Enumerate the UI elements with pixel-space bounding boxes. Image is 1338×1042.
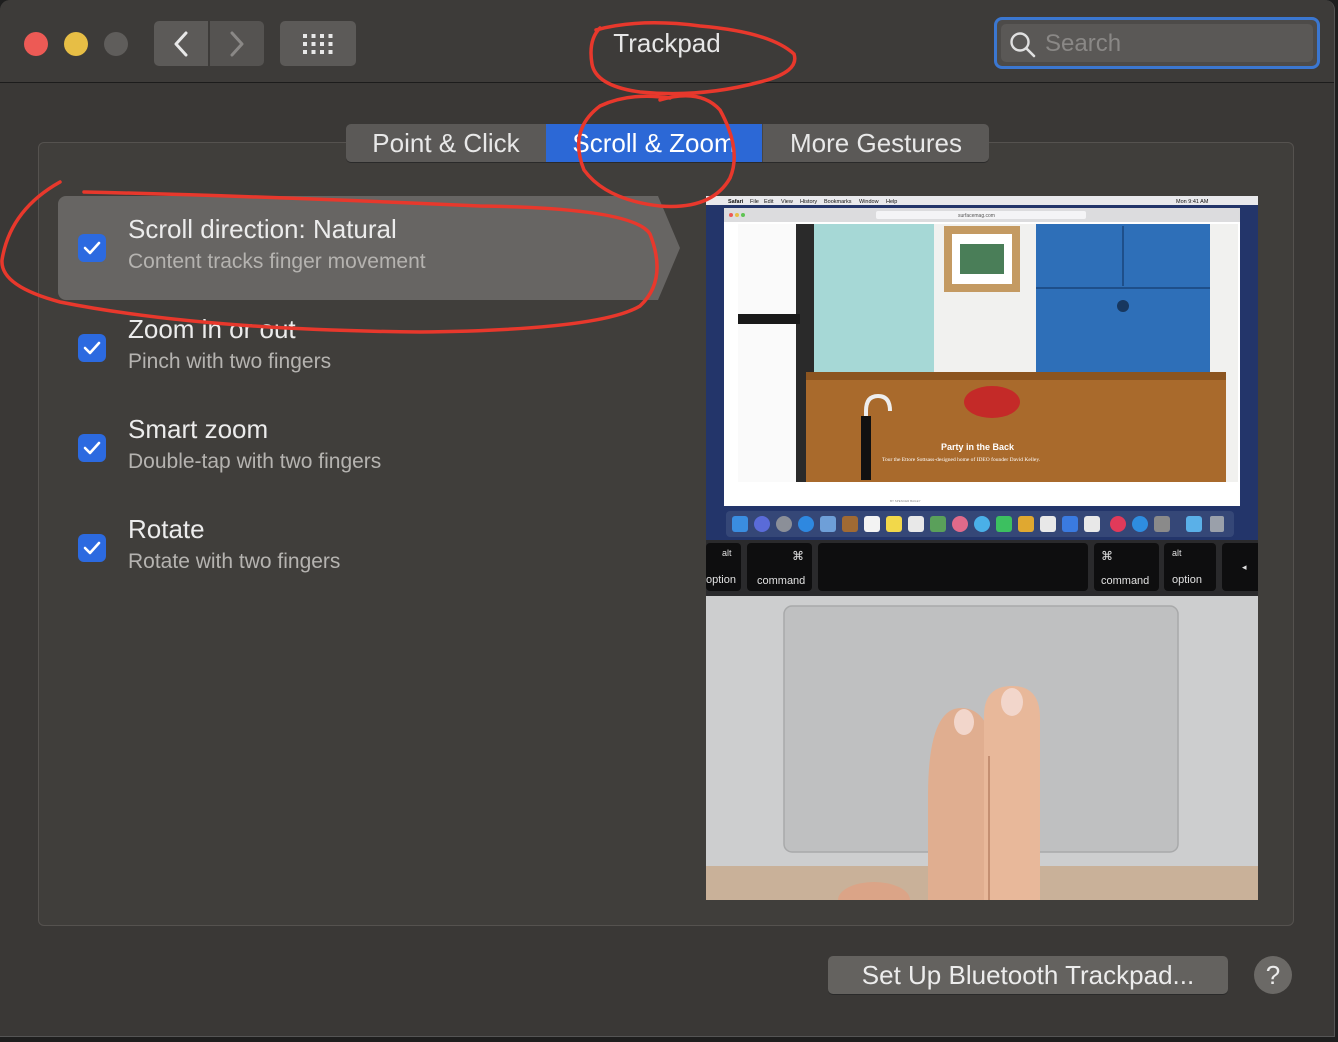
tab-more-gestures[interactable]: More Gestures	[762, 124, 989, 162]
preview-illustration: Safari File Edit View History Bookmarks …	[706, 196, 1258, 900]
trackpad-preferences-window: Trackpad Search Point & Click Scroll & Z…	[0, 0, 1335, 1037]
option-description: Content tracks finger movement	[128, 250, 426, 273]
option-scroll-direction[interactable]: Scroll direction: Natural Content tracks…	[58, 196, 680, 300]
article-subtitle: Tour the Ettore Sottsass-designed home o…	[882, 456, 1041, 463]
menubar-item: History	[800, 199, 817, 205]
menubar-item: File	[750, 199, 759, 205]
option-zoom-in-or-out[interactable]: Zoom in or out Pinch with two fingers	[58, 296, 658, 400]
tab-bar: Point & Click Scroll & Zoom More Gesture…	[346, 124, 989, 162]
key-arrow: ◂	[1242, 562, 1247, 572]
option-description: Double-tap with two fingers	[128, 450, 382, 473]
checkmark-icon	[83, 341, 101, 355]
article-byline: BY SPENCER BAILEY	[890, 499, 921, 503]
search-field[interactable]: Search	[994, 17, 1320, 69]
article-title: Party in the Back	[941, 442, 1015, 452]
menubar-item: Safari	[728, 199, 744, 205]
key-alt-right: alt	[1172, 548, 1182, 558]
rotate-checkbox[interactable]	[78, 534, 106, 562]
checkmark-icon	[83, 241, 101, 255]
key-command-right: command	[1101, 575, 1149, 587]
menubar-item: Bookmarks	[824, 199, 852, 205]
setup-bluetooth-trackpad-button[interactable]: Set Up Bluetooth Trackpad...	[828, 956, 1228, 994]
tab-point-and-click[interactable]: Point & Click	[346, 124, 546, 162]
key-option-right: option	[1172, 574, 1202, 586]
menubar-item: View	[781, 199, 793, 205]
search-placeholder: Search	[1045, 30, 1122, 57]
selection-arrow	[658, 196, 680, 300]
key-space	[818, 543, 1088, 591]
help-button[interactable]: ?	[1254, 956, 1292, 994]
option-description: Pinch with two fingers	[128, 350, 332, 373]
key-cmd-symbol-left: ⌘	[792, 549, 804, 563]
gesture-preview: Safari File Edit View History Bookmarks …	[706, 196, 1258, 900]
tab-scroll-and-zoom[interactable]: Scroll & Zoom	[546, 124, 762, 162]
checkmark-icon	[83, 541, 101, 555]
option-label: Zoom in or out	[128, 314, 296, 344]
menubar-clock: Mon 9:41 AM	[1176, 199, 1209, 205]
option-smart-zoom[interactable]: Smart zoom Double-tap with two fingers	[58, 396, 658, 500]
zoom-checkbox[interactable]	[78, 334, 106, 362]
option-description: Rotate with two fingers	[128, 550, 341, 573]
option-label: Rotate	[128, 514, 205, 544]
menubar-item: Window	[859, 199, 879, 205]
search-icon	[1010, 32, 1036, 58]
title-bar: Trackpad Search	[0, 0, 1334, 83]
menubar-item: Help	[886, 199, 897, 205]
option-rotate[interactable]: Rotate Rotate with two fingers	[58, 496, 658, 600]
smart-zoom-checkbox[interactable]	[78, 434, 106, 462]
key-alt-left: alt	[722, 548, 732, 558]
safari-url: surfacemag.com	[958, 213, 995, 219]
key-option-left: option	[706, 574, 736, 586]
menubar-item: Edit	[764, 199, 774, 205]
scroll-direction-checkbox[interactable]	[78, 234, 106, 262]
checkmark-icon	[83, 441, 101, 455]
key-command-left: command	[757, 575, 805, 587]
key-cmd-symbol-right: ⌘	[1101, 549, 1113, 563]
option-label: Smart zoom	[128, 414, 269, 444]
option-label: Scroll direction: Natural	[128, 214, 397, 244]
